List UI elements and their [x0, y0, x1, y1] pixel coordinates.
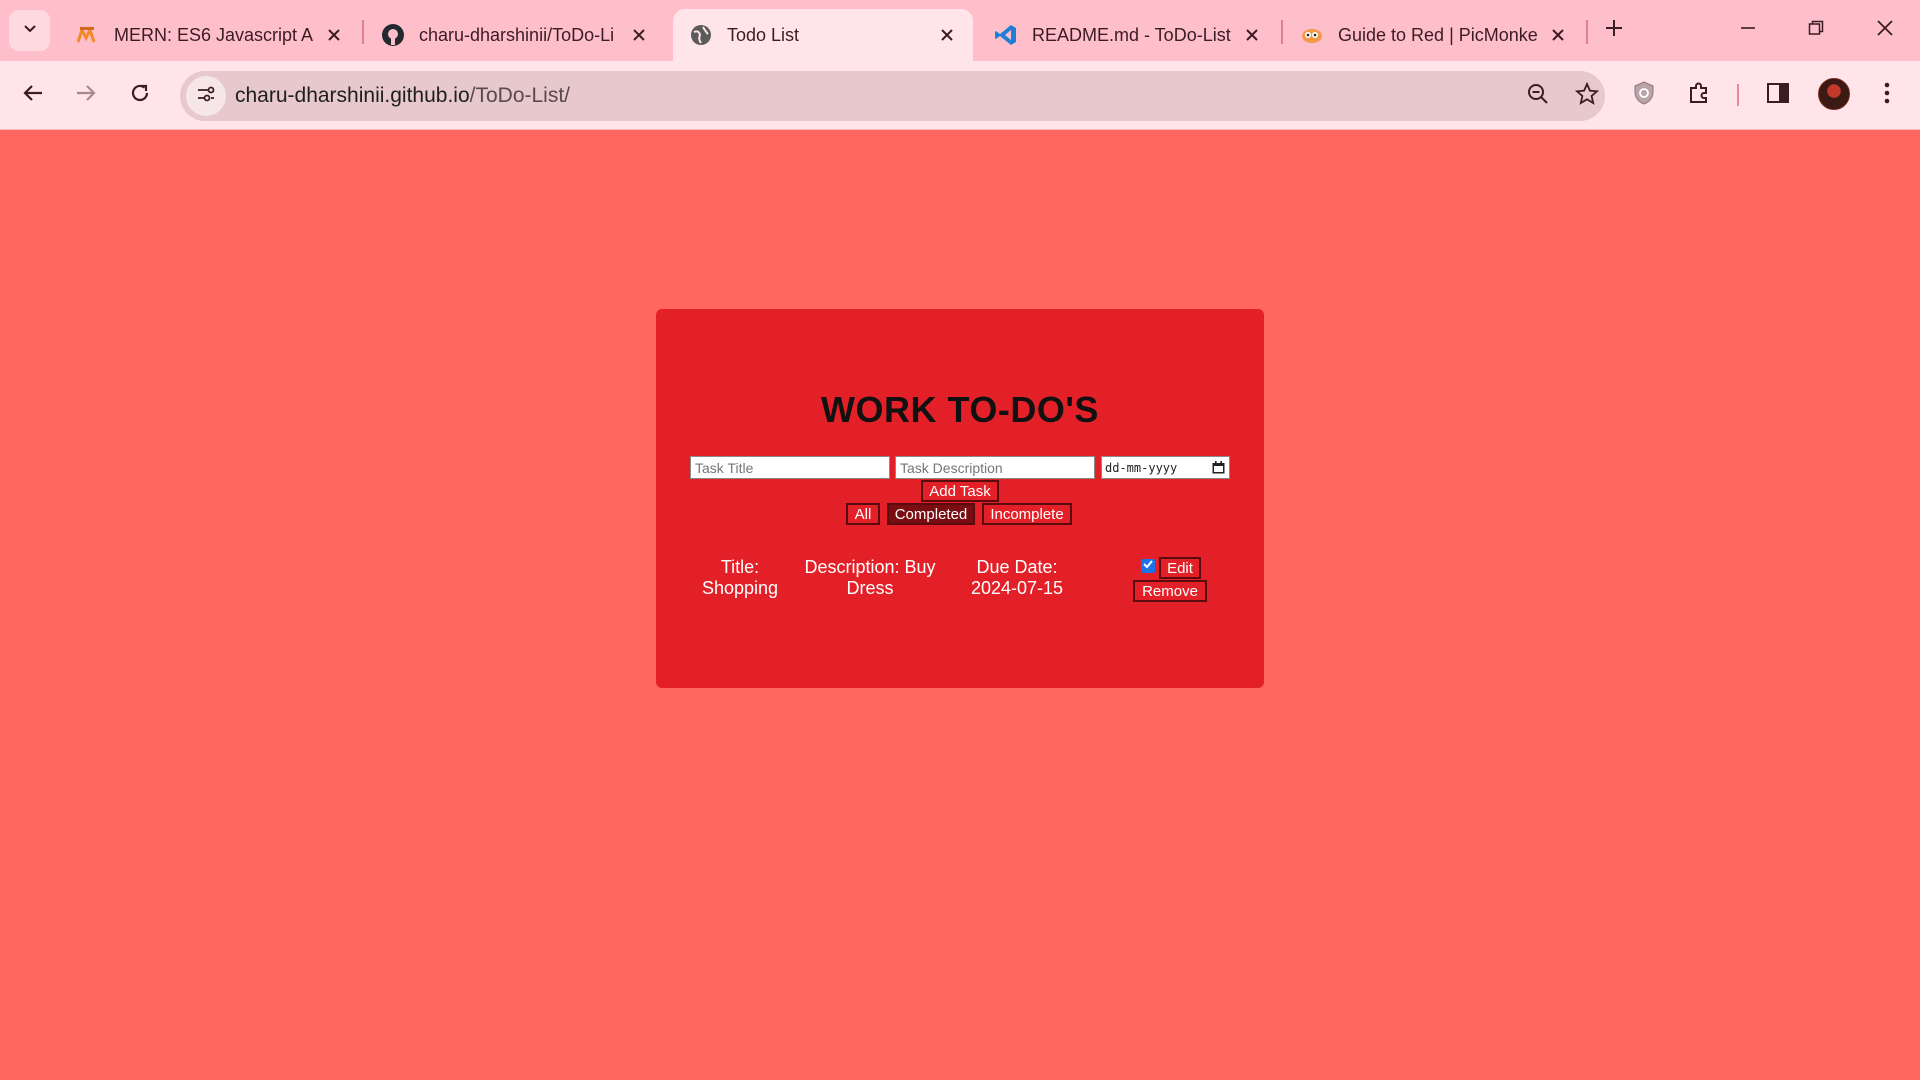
close-tab-icon[interactable] — [322, 23, 346, 47]
tab-separator — [1586, 20, 1588, 44]
extensions-button[interactable] — [1681, 77, 1717, 113]
task-complete-checkbox[interactable] — [1141, 559, 1155, 573]
add-task-button[interactable]: Add Task — [921, 480, 999, 502]
reload-icon — [129, 82, 151, 109]
site-info-button[interactable] — [186, 76, 226, 116]
toolbar-border — [0, 129, 1920, 130]
shield-icon — [1633, 80, 1655, 110]
zoom-button[interactable] — [1520, 78, 1556, 114]
tab-picmonkey[interactable]: Guide to Red | PicMonke — [1284, 9, 1584, 61]
plus-icon — [1605, 19, 1623, 42]
url-text[interactable]: charu-dharshinii.github.io/ToDo-List/ — [235, 84, 570, 108]
more-vert-icon — [1884, 82, 1890, 109]
task-description-input[interactable] — [895, 456, 1095, 479]
github-icon — [381, 23, 405, 47]
picmonkey-icon — [1300, 23, 1324, 47]
zoom-out-icon — [1527, 83, 1549, 110]
tab-search-button[interactable] — [9, 10, 50, 51]
close-tab-icon[interactable] — [1240, 23, 1264, 47]
back-button[interactable] — [15, 77, 51, 113]
bookmark-button[interactable] — [1569, 78, 1605, 114]
task-description: Description: Buy Dress — [804, 557, 936, 598]
address-bar[interactable]: charu-dharshinii.github.io/ToDo-List/ — [180, 71, 1605, 121]
new-tab-button[interactable] — [1598, 14, 1630, 46]
page-title: WORK TO-DO'S — [821, 389, 1099, 430]
close-tab-icon[interactable] — [627, 23, 651, 47]
vscode-icon — [994, 23, 1018, 47]
chevron-down-icon — [22, 20, 38, 41]
tab-separator — [362, 20, 364, 44]
calendar-icon[interactable] — [1212, 461, 1225, 474]
close-tab-icon[interactable] — [935, 23, 959, 47]
toolbar-separator — [1737, 84, 1739, 106]
close-icon — [1876, 19, 1894, 42]
tune-icon — [196, 84, 216, 109]
extension-shield-button[interactable] — [1626, 77, 1662, 113]
reload-button[interactable] — [122, 77, 158, 113]
tab-title: charu-dharshinii/ToDo-Li — [419, 24, 615, 45]
menu-button[interactable] — [1869, 77, 1905, 113]
mern-course-icon — [76, 23, 100, 47]
filter-incomplete-button[interactable]: Incomplete — [982, 503, 1072, 525]
restore-icon — [1808, 20, 1824, 41]
edit-task-button[interactable]: Edit — [1159, 557, 1201, 579]
tab-strip: MERN: ES6 Javascript Ass charu-dharshini… — [0, 0, 1920, 61]
minimize-icon — [1740, 20, 1756, 41]
task-due-date: Due Date: 2024-07-15 — [970, 557, 1064, 598]
task-title: Title: Shopping — [701, 557, 779, 598]
close-tab-icon[interactable] — [1546, 23, 1570, 47]
restore-button[interactable] — [1798, 12, 1834, 48]
remove-task-button[interactable]: Remove — [1133, 580, 1207, 602]
minimize-button[interactable] — [1730, 12, 1766, 48]
url-path: /ToDo-List/ — [469, 84, 571, 107]
tab-title: MERN: ES6 Javascript Ass — [114, 24, 314, 45]
profile-avatar[interactable] — [1818, 78, 1850, 110]
task-title-input[interactable] — [690, 456, 890, 479]
tab-github[interactable]: charu-dharshinii/ToDo-Li — [365, 9, 665, 61]
side-panel-button[interactable] — [1760, 77, 1796, 113]
browser-toolbar: charu-dharshinii.github.io/ToDo-List/ — [0, 61, 1920, 129]
side-panel-icon — [1766, 82, 1790, 109]
star-icon — [1574, 81, 1600, 111]
tab-title: README.md - ToDo-List ( — [1032, 24, 1232, 45]
tab-readme[interactable]: README.md - ToDo-List ( — [978, 9, 1278, 61]
tab-title: Guide to Red | PicMonke — [1338, 24, 1538, 45]
puzzle-icon — [1687, 81, 1711, 110]
tab-separator — [1281, 20, 1283, 44]
due-date-input[interactable]: dd-mm-yyyy — [1101, 456, 1230, 479]
date-placeholder: dd-mm-yyyy — [1105, 461, 1178, 475]
close-window-button[interactable] — [1867, 12, 1903, 48]
tab-mern[interactable]: MERN: ES6 Javascript Ass — [60, 9, 360, 61]
arrow-left-icon — [22, 82, 44, 109]
filter-all-button[interactable]: All — [846, 503, 880, 525]
checkmark-icon — [1142, 557, 1154, 575]
globe-icon — [689, 23, 713, 47]
todo-card: WORK TO-DO'S dd-mm-yyyy Add Task All Com… — [656, 309, 1264, 688]
tab-title: Todo List — [727, 24, 800, 45]
forward-button[interactable] — [68, 77, 104, 113]
arrow-right-icon — [75, 82, 97, 109]
url-host: charu-dharshinii.github.io — [235, 84, 470, 107]
tab-todo-list[interactable]: Todo List — [673, 9, 973, 61]
filter-completed-button[interactable]: Completed — [887, 503, 975, 525]
